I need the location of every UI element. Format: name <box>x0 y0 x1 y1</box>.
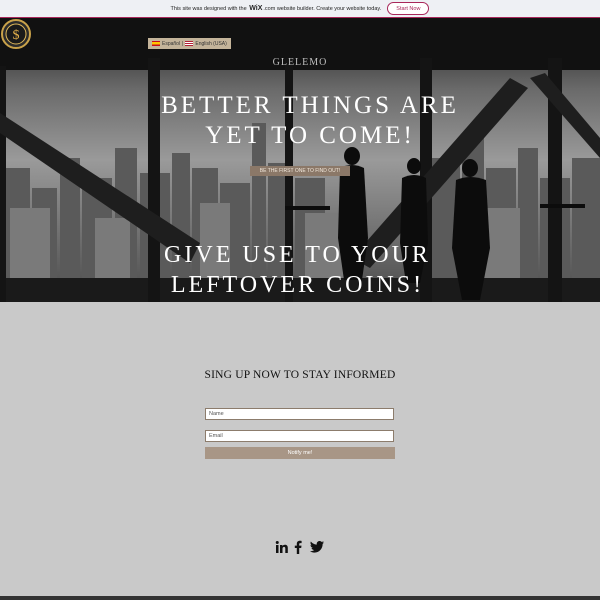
dollar-coin-logo-icon: $ <box>1 19 31 49</box>
hero-subtitle: GIVE USE TO YOUR LEFTOVER COINS! <box>164 242 431 298</box>
language-option-spanish[interactable]: Español <box>162 41 180 47</box>
notify-me-button[interactable]: Notify me! <box>205 447 395 459</box>
language-option-english[interactable]: English (USA) <box>195 41 226 47</box>
language-selector[interactable]: Español | English (USA) <box>148 38 231 49</box>
email-field[interactable]: Email <box>205 430 394 442</box>
bottom-image-strip <box>0 596 600 600</box>
start-now-button[interactable]: Start Now <box>387 2 430 15</box>
usa-flag-icon <box>185 41 194 46</box>
wix-banner: This site was designed with the WiX .com … <box>0 0 600 18</box>
spain-flag-icon <box>152 41 160 46</box>
logo-text: GLELEMO <box>272 57 328 68</box>
name-field[interactable]: Name <box>205 408 394 420</box>
wix-banner-prefix: This site was designed with the <box>170 5 247 12</box>
twitter-icon[interactable] <box>310 541 324 553</box>
hero-section: Español | English (USA) $ GLELEMO BETTER… <box>0 18 600 302</box>
signup-heading: SING UP NOW TO STAY INFORMED <box>204 369 396 381</box>
hero-title: BETTER THINGS ARE YET TO COME! <box>161 92 459 149</box>
linkedin-icon[interactable] <box>275 540 289 554</box>
svg-text:$: $ <box>13 28 20 43</box>
wix-logo[interactable]: WiX <box>249 5 262 12</box>
wix-banner-suffix: .com website builder. Create your websit… <box>263 5 382 12</box>
find-out-button[interactable]: BE THE FIRST ONE TO FIND OUT! <box>250 166 350 176</box>
facebook-icon[interactable] <box>293 540 303 554</box>
